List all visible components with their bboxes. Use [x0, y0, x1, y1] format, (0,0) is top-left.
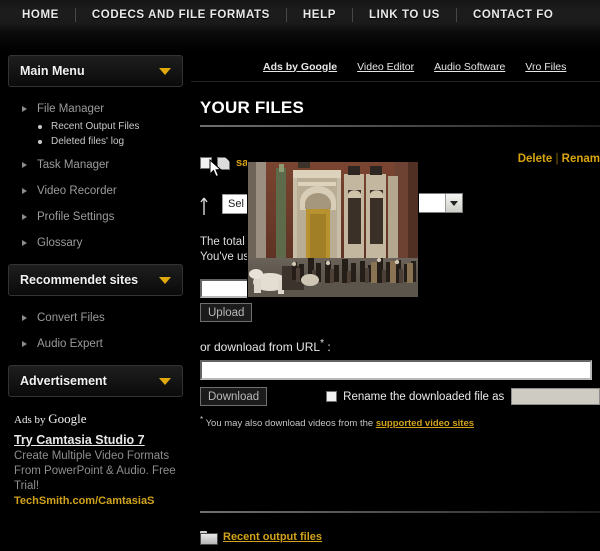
sidebar-item-glossary[interactable]: Glossary [0, 233, 191, 253]
sidebar-item-label: Video Recorder [37, 185, 117, 197]
sidebar-subitem-recent-output-files[interactable]: Recent Output Files [0, 119, 191, 134]
sidebar-panel-main-menu-title: Main Menu [20, 64, 85, 78]
download-footnote: * You may also download videos from the … [191, 415, 600, 429]
triangle-right-icon [22, 188, 27, 194]
footnote-star: * [200, 415, 204, 424]
sidebar-subitem-label: Recent Output Files [51, 121, 140, 132]
nav-item-codecs-and-file-formats[interactable]: CODECS AND FILE FORMATS [76, 0, 286, 30]
ads-by-prefix: Ads by [14, 414, 46, 426]
video-preview-image [248, 162, 418, 297]
sidebar-item-file-manager[interactable]: File Manager [0, 99, 191, 119]
action-separator: | [555, 153, 559, 165]
triangle-right-icon [22, 341, 27, 347]
triangle-right-icon [22, 240, 27, 246]
folder-icon [200, 531, 218, 545]
sidebar-item-label: Glossary [37, 237, 83, 249]
sidebar-main-menu-list: File Manager Recent Output Files Deleted… [0, 87, 191, 261]
sidebar-item-profile-settings[interactable]: Profile Settings [0, 207, 191, 227]
ad-link-audio-software[interactable]: Audio Software [434, 61, 505, 73]
footnote-text: You may also download videos from the [205, 418, 374, 430]
required-star: * [320, 338, 324, 349]
sidebar-item-audio-expert[interactable]: Audio Expert [0, 334, 191, 354]
nav-item-home[interactable]: HOME [6, 0, 75, 30]
rename-downloaded-file-input[interactable] [511, 388, 600, 405]
select-dropdown-arrow-icon [445, 194, 462, 212]
sidebar-ad-block: Ads by Google Try Camtasia Studio 7 Crea… [0, 397, 191, 507]
rename-downloaded-file-label: Rename the downloaded file as [343, 390, 505, 403]
sidebar-panel-main-menu[interactable]: Main Menu [8, 55, 183, 87]
download-url-label-text: or download from URL [200, 340, 321, 354]
sidebar: Main Menu File Manager Recent Output Fil… [0, 52, 191, 551]
download-url-label-colon: : [327, 340, 331, 354]
arrow-up-icon [200, 197, 208, 215]
chevron-down-icon [159, 67, 171, 75]
page-title: YOUR FILES [200, 98, 305, 117]
nav-item-contact-form[interactable]: CONTACT FO [457, 0, 570, 30]
ad-link-vro-files[interactable]: Vro Files [525, 61, 566, 73]
nav-item-help[interactable]: HELP [287, 0, 352, 30]
download-url-input[interactable] [200, 360, 592, 380]
sidebar-item-task-manager[interactable]: Task Manager [0, 155, 191, 175]
ad-link-video-editor[interactable]: Video Editor [357, 61, 414, 73]
sidebar-subitem-label: Deleted files' log [51, 136, 125, 147]
recent-output-files-link-row[interactable]: Recent output files [200, 531, 323, 545]
sidebar-panel-recommended-sites[interactable]: Recommendet sites [8, 264, 183, 296]
chevron-down-icon [159, 276, 171, 284]
sidebar-item-label: File Manager [37, 103, 105, 115]
triangle-right-icon [22, 214, 27, 220]
ad-headline-link[interactable]: Try Camtasia Studio 7 [14, 433, 179, 448]
sidebar-item-label: Profile Settings [37, 211, 115, 223]
download-controls-row: Download Rename the downloaded file as [191, 387, 600, 406]
rename-link[interactable]: Renam [562, 153, 600, 165]
ads-by-google-label: Ads by Google [14, 411, 179, 427]
sidebar-panel-advertisement[interactable]: Advertisement [8, 365, 183, 397]
sidebar-panel-advertisement-title: Advertisement [20, 374, 107, 388]
rename-downloaded-file-checkbox[interactable] [326, 391, 338, 402]
sidebar-item-label: Audio Expert [37, 338, 103, 350]
triangle-right-icon [22, 315, 27, 321]
triangle-right-icon [22, 106, 27, 112]
download-button[interactable]: Download [200, 387, 268, 406]
google-brand: Google [48, 411, 87, 426]
sidebar-panel-recommended-sites-title: Recommendet sites [20, 273, 139, 287]
chevron-down-icon [159, 377, 171, 385]
sidebar-item-convert-files[interactable]: Convert Files [0, 308, 191, 328]
bullet-icon [38, 139, 42, 144]
video-preview-thumbnail [248, 162, 418, 297]
ads-by-google-link[interactable]: Ads by Google [263, 61, 337, 73]
file-row-actions: Delete | Renam [518, 153, 600, 165]
file-select-checkbox[interactable] [200, 157, 212, 169]
top-navigation-bar: HOME CODECS AND FILE FORMATS HELP LINK T… [0, 0, 600, 52]
main-content: Ads by Google Video Editor Audio Softwar… [191, 52, 600, 551]
bullet-icon [38, 124, 42, 129]
upload-button[interactable]: Upload [200, 303, 253, 322]
top-navigation-items: HOME CODECS AND FILE FORMATS HELP LINK T… [0, 0, 600, 30]
file-name-label[interactable]: sa [236, 157, 248, 169]
sidebar-item-video-recorder[interactable]: Video Recorder [0, 181, 191, 201]
file-icon[interactable] [217, 156, 230, 170]
recent-output-files-label: Recent output files [223, 531, 323, 543]
sidebar-recommended-list: Convert Files Audio Expert [0, 296, 191, 362]
ad-description: Create Multiple Video Formats From Power… [14, 450, 176, 492]
sidebar-subitem-deleted-files-log[interactable]: Deleted files' log [0, 134, 191, 149]
triangle-right-icon [22, 162, 27, 168]
nav-item-link-to-us[interactable]: LINK TO US [353, 0, 456, 30]
sidebar-item-label: Convert Files [37, 312, 105, 324]
supported-video-sites-link[interactable]: supported video sites [376, 418, 474, 429]
ad-display-url[interactable]: TechSmith.com/CamtasiaS [14, 495, 179, 507]
page-root: HOME CODECS AND FILE FORMATS HELP LINK T… [0, 0, 600, 551]
sidebar-item-label: Task Manager [37, 159, 110, 171]
title-divider [200, 125, 600, 127]
google-ads-bar: Ads by Google Video Editor Audio Softwar… [191, 52, 600, 82]
bottom-divider [200, 511, 600, 513]
delete-link[interactable]: Delete [518, 153, 553, 165]
download-url-label: or download from URL* : [191, 338, 600, 354]
